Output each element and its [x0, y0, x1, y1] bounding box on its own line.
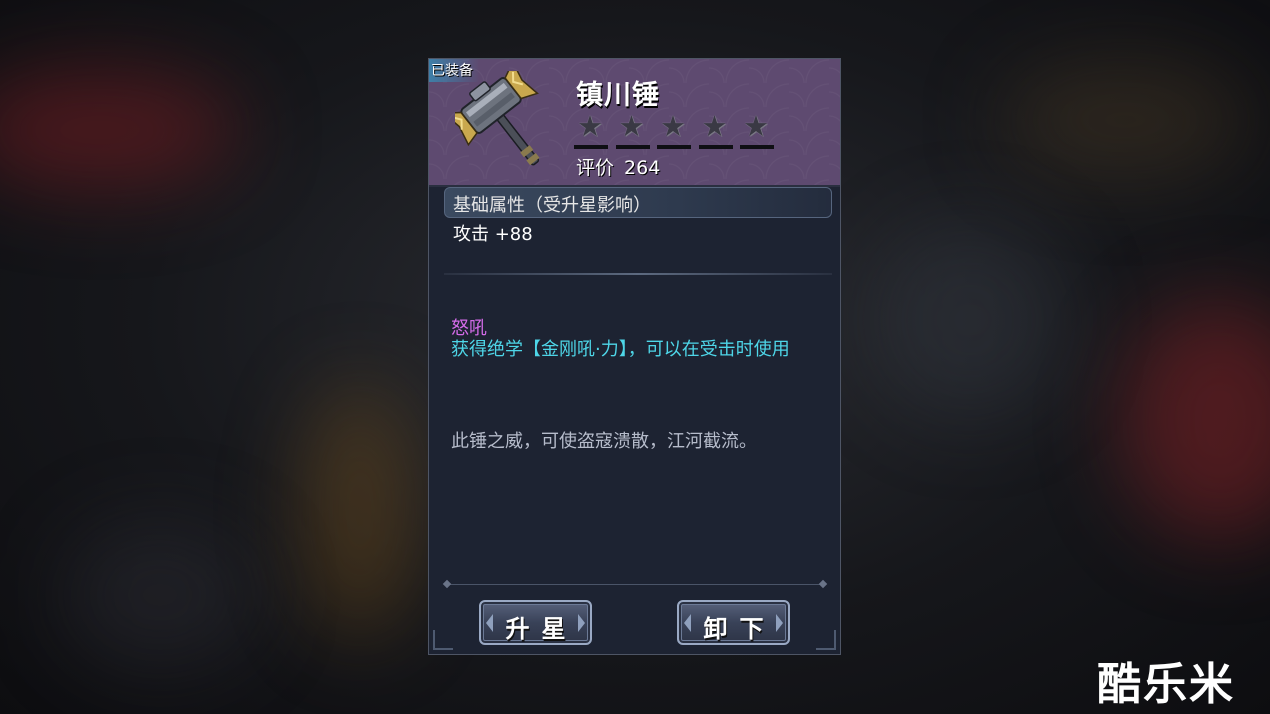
background-blur — [0, 70, 240, 190]
star-icon: ★ — [577, 109, 603, 143]
score-value: 264 — [624, 157, 661, 179]
background-blur — [1000, 60, 1250, 180]
star-icon: ★ — [660, 109, 686, 143]
star-icon: ★ — [701, 109, 728, 143]
star-empty-icon: ★ — [657, 111, 691, 151]
unequip-label: 卸下 — [703, 615, 776, 643]
item-header: 已装备 镇川锤 ★ ★ ★ ★ ★ 评价 264 — [429, 59, 840, 187]
divider-ornament — [818, 579, 828, 589]
background-blur — [870, 220, 1070, 420]
divider-ornament — [442, 579, 452, 589]
star-rating: ★ ★ ★ ★ ★ — [574, 111, 784, 151]
divider — [444, 273, 832, 275]
star-icon: ★ — [618, 109, 645, 143]
base-attributes-title: 基础属性（受升星影响） — [453, 195, 651, 216]
star-empty-icon: ★ — [740, 111, 774, 151]
corner-ornament — [433, 630, 453, 650]
star-level-bar — [574, 145, 608, 149]
score-label: 评价 — [576, 157, 615, 179]
item-score: 评价 264 — [576, 153, 660, 180]
war-hammer-icon — [455, 71, 540, 166]
item-name: 镇川锤 — [576, 80, 660, 111]
star-empty-icon: ★ — [574, 111, 608, 151]
corner-ornament — [816, 630, 836, 650]
divider — [449, 584, 823, 585]
upgrade-star-button[interactable]: 升星 — [479, 600, 592, 645]
star-level-bar — [615, 145, 650, 149]
star-empty-icon: ★ — [698, 109, 733, 151]
game-screen: 已装备 镇川锤 ★ ★ ★ ★ ★ 评价 264 基础属性（受升星影响） 攻击 … — [0, 0, 1270, 714]
star-level-bar — [740, 145, 774, 149]
arrow-right-icon — [578, 614, 585, 632]
star-level-bar — [657, 145, 691, 149]
flavor-text: 此锤之威，可使盗寇溃散，江河截流。 — [451, 431, 757, 452]
star-level-bar — [698, 145, 733, 149]
background-blur — [300, 380, 420, 640]
arrow-right-icon — [776, 614, 783, 632]
upgrade-star-label: 升星 — [505, 615, 578, 643]
unequip-button[interactable]: 卸下 — [677, 600, 790, 645]
skill-description: 获得绝学【金刚吼·力】，可以在受击时使用 — [451, 339, 790, 360]
item-detail-panel: 已装备 镇川锤 ★ ★ ★ ★ ★ 评价 264 基础属性（受升星影响） 攻击 … — [428, 58, 841, 655]
star-icon: ★ — [743, 109, 769, 143]
base-attributes-header: 基础属性（受升星影响） — [444, 187, 832, 218]
star-empty-icon: ★ — [615, 109, 650, 151]
background-blur — [60, 520, 260, 670]
background-blur — [1120, 300, 1270, 540]
attack-stat: 攻击 +88 — [453, 224, 533, 245]
watermark-logo: 酷乐米 — [1097, 659, 1235, 710]
